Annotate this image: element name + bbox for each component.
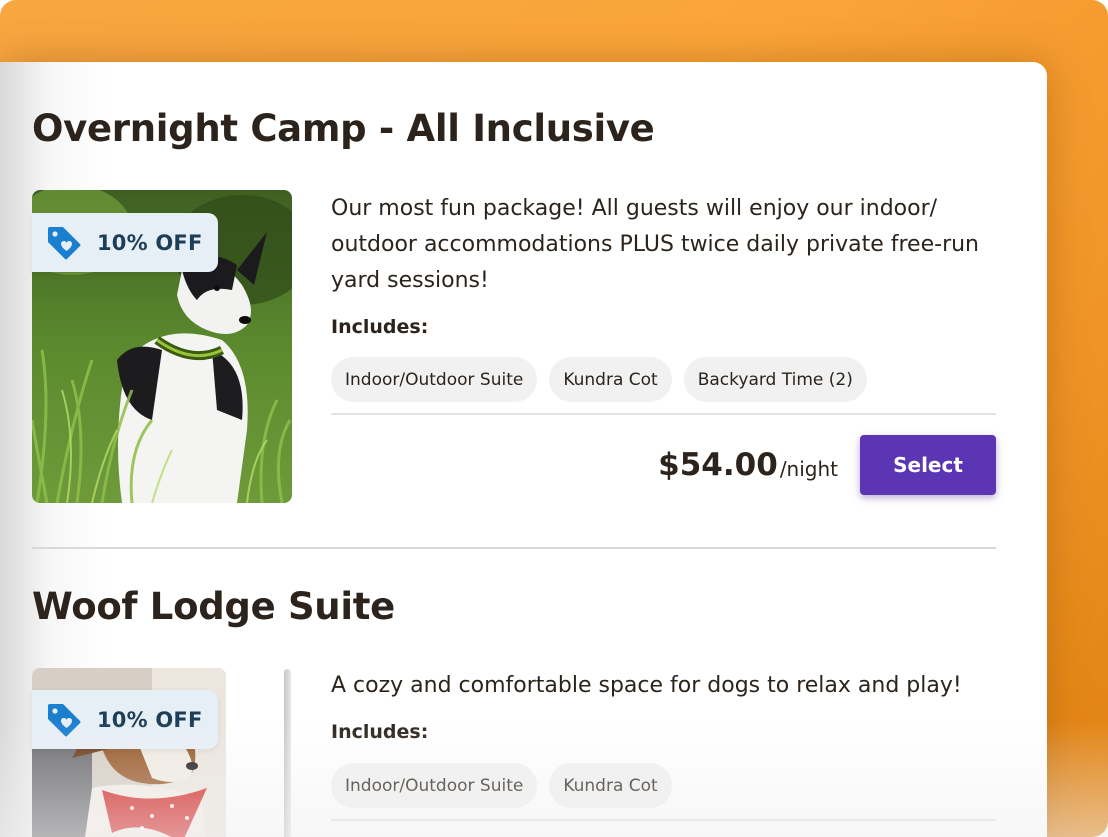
amenity-chips: Indoor/Outdoor Suite Kundra Cot Backyard… — [331, 357, 867, 402]
discount-label: 10% OFF — [97, 230, 203, 255]
amenity-chip: Indoor/Outdoor Suite — [331, 763, 538, 808]
screen: Overnight Camp - All Inclusive 10% OFF O… — [0, 0, 1108, 837]
package-title: Overnight Camp - All Inclusive — [32, 107, 655, 150]
discount-badge: 10% OFF — [32, 213, 218, 272]
divider — [331, 413, 996, 415]
amenity-chip: Kundra Cot — [549, 357, 672, 402]
amenity-chip: Backyard Time (2) — [683, 357, 867, 402]
package-title: Woof Lodge Suite — [32, 585, 395, 628]
includes-label: Includes: — [331, 721, 429, 743]
package-description: Our most fun package! All guests will en… — [331, 196, 980, 293]
package-description: A cozy and comfortable space for dogs to… — [331, 673, 962, 698]
section-divider — [32, 547, 996, 549]
amenity-chips: Indoor/Outdoor Suite Kundra Cot — [331, 763, 672, 808]
amenity-chip: Indoor/Outdoor Suite — [331, 357, 538, 402]
discount-label: 10% OFF — [97, 707, 203, 732]
discount-badge: 10% OFF — [32, 690, 218, 749]
price-row: $54.00 /night Select — [331, 435, 996, 495]
amenity-chip: Kundra Cot — [549, 763, 672, 808]
divider — [331, 819, 996, 821]
includes-label: Includes: — [331, 316, 429, 338]
scrollbar[interactable] — [284, 669, 291, 837]
price-unit: /night — [779, 457, 838, 481]
price-tag-heart-icon — [48, 226, 81, 259]
price-tag-heart-icon — [48, 703, 81, 736]
price-amount: $54.00 — [658, 447, 778, 483]
select-button[interactable]: Select — [860, 435, 996, 495]
